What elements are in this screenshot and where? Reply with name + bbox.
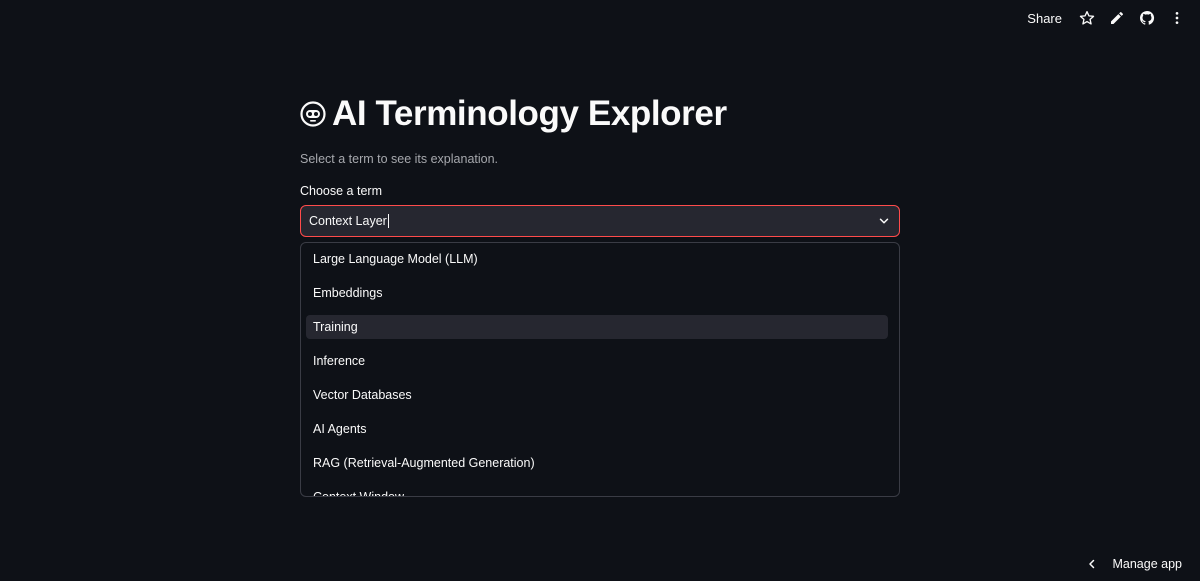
text-cursor <box>387 214 389 229</box>
manage-app-label[interactable]: Manage app <box>1112 557 1182 571</box>
main-content: AI Terminology Explorer Select a term to… <box>300 90 900 497</box>
pencil-icon[interactable] <box>1108 9 1126 27</box>
option-training[interactable]: Training <box>306 315 888 339</box>
option-context-window[interactable]: Context Window <box>306 485 888 496</box>
term-select[interactable]: Context Layer <box>300 205 900 237</box>
github-icon[interactable] <box>1138 9 1156 27</box>
select-dropdown-list[interactable]: Large Language Model (LLM) Embeddings Tr… <box>300 242 900 497</box>
app-root: Share AI Terminology Explorer Select a t… <box>0 0 1200 581</box>
manage-app-button[interactable]: Manage app <box>1086 557 1182 571</box>
page-title: AI Terminology Explorer <box>300 90 900 138</box>
select-value[interactable]: Context Layer <box>309 214 387 228</box>
star-icon[interactable] <box>1078 9 1096 27</box>
page-title-text: AI Terminology Explorer <box>332 94 727 133</box>
option-llm[interactable]: Large Language Model (LLM) <box>306 247 888 271</box>
select-label: Choose a term <box>300 184 382 198</box>
chevron-left-icon[interactable] <box>1086 558 1098 570</box>
option-ai-agents[interactable]: AI Agents <box>306 417 888 441</box>
robot-face-icon <box>300 101 326 127</box>
option-vector-databases[interactable]: Vector Databases <box>306 383 888 407</box>
more-vertical-icon[interactable] <box>1168 9 1186 27</box>
option-embeddings[interactable]: Embeddings <box>306 281 888 305</box>
chevron-down-icon[interactable] <box>877 214 891 228</box>
option-rag[interactable]: RAG (Retrieval-Augmented Generation) <box>306 451 888 475</box>
page-subtitle: Select a term to see its explanation. <box>300 152 499 166</box>
option-inference[interactable]: Inference <box>306 349 888 373</box>
select-value-wrapper[interactable]: Context Layer <box>309 214 389 229</box>
share-button[interactable]: Share <box>1023 11 1066 26</box>
header-toolbar: Share <box>1023 8 1186 28</box>
